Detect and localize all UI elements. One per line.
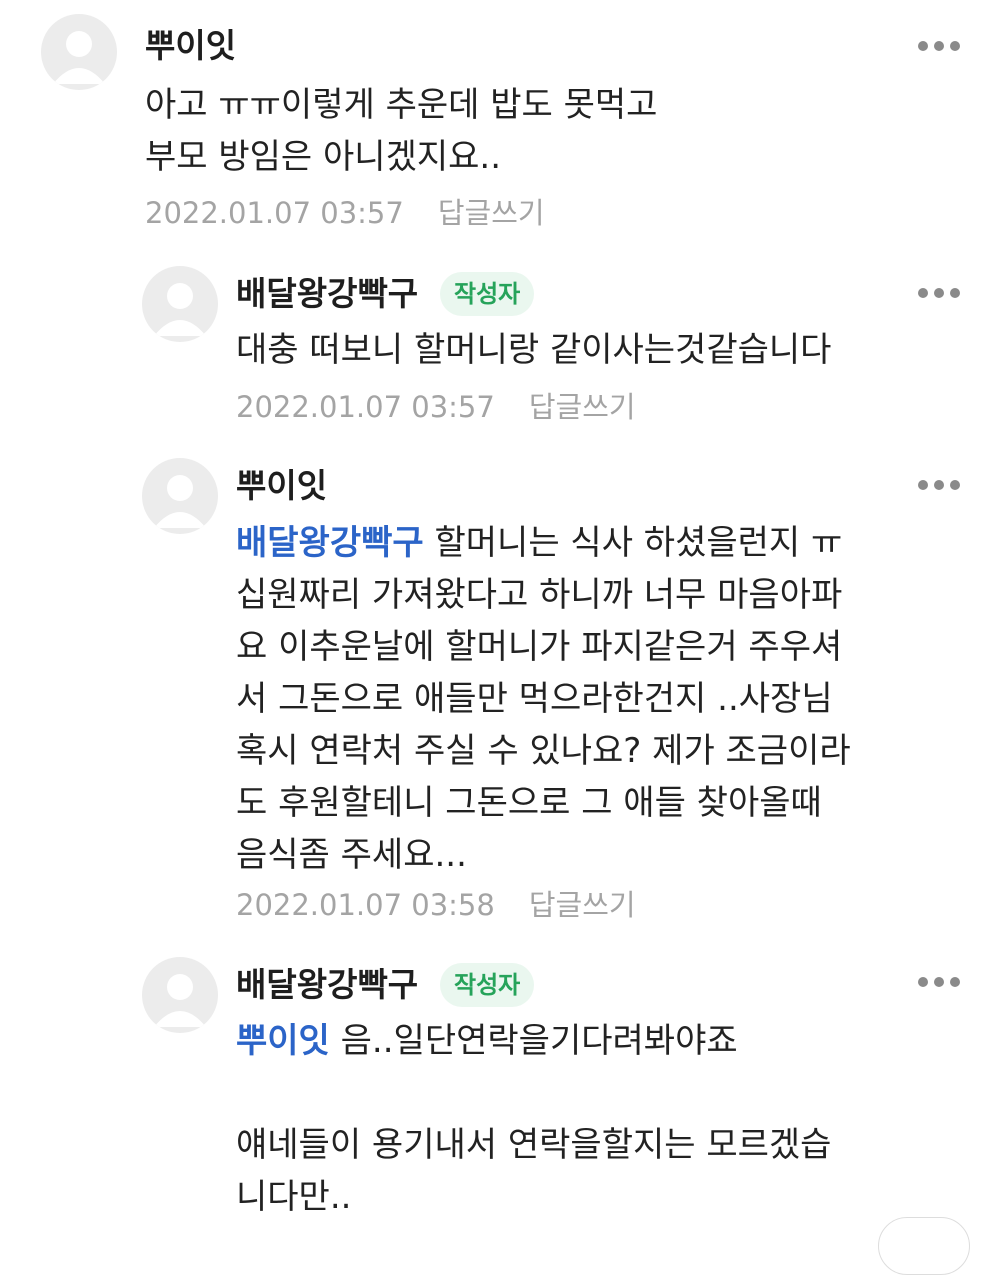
- more-options-icon[interactable]: [918, 40, 960, 52]
- avatar[interactable]: [142, 458, 218, 534]
- avatar[interactable]: [142, 266, 218, 342]
- comment-text: 아고 ㅠㅠ이렇게 추운데 밥도 못먹고 부모 방임은 아니겠지요..: [145, 85, 658, 177]
- mention-link[interactable]: 뿌이잇: [236, 1021, 330, 1061]
- user-silhouette-icon: [53, 31, 105, 84]
- more-options-icon[interactable]: [918, 976, 960, 988]
- comment-1: 뿌이잇 아고 ㅠㅠ이렇게 추운데 밥도 못먹고 부모 방임은 아니겠지요.. 2…: [0, 0, 1000, 250]
- reply-button[interactable]: 답글쓰기: [529, 888, 636, 922]
- comment-author[interactable]: 뿌이잇: [145, 26, 236, 66]
- comment-4: 배달왕강빡구 작성자 뿌이잇 음..일단연락을기다려봐야죠 얘네들이 용기내서 …: [0, 945, 1000, 1275]
- avatar[interactable]: [41, 14, 117, 90]
- author-badge: 작성자: [440, 963, 535, 1007]
- comment-body: 할머니는 식사 하셨을런지 ㅠ 십원짜리 가져왔다고 하니까 너무 마음아파 요…: [236, 523, 851, 875]
- user-silhouette-icon: [154, 974, 206, 1027]
- author-badge: 작성자: [440, 272, 535, 316]
- comment-meta: 2022.01.07 03:57 답글쓰기: [145, 195, 545, 231]
- comment-meta: 2022.01.07 03:58 답글쓰기: [236, 887, 636, 923]
- comment-date: 2022.01.07 03:58: [236, 888, 495, 922]
- comment-text: 배달왕강빡구 할머니는 식사 하셨을런지 ㅠ 십원짜리 가져왔다고 하니까 너무…: [236, 517, 966, 881]
- more-options-icon[interactable]: [918, 287, 960, 299]
- floating-button-edge[interactable]: [878, 1217, 970, 1275]
- more-options-icon[interactable]: [918, 479, 960, 491]
- comment-date: 2022.01.07 03:57: [236, 390, 495, 424]
- avatar[interactable]: [142, 957, 218, 1033]
- mention-link[interactable]: 배달왕강빡구: [236, 523, 424, 563]
- comment-3: 뿌이잇 배달왕강빡구 할머니는 식사 하셨을런지 ㅠ 십원짜리 가져왔다고 하니…: [0, 445, 1000, 945]
- comment-text: 대충 떠보니 할머니랑 같이사는것같습니다: [236, 330, 832, 370]
- comment-author[interactable]: 뿌이잇: [236, 466, 327, 506]
- comment-date: 2022.01.07 03:57: [145, 196, 404, 230]
- comment-author[interactable]: 배달왕강빡구: [236, 965, 418, 1005]
- reply-button[interactable]: 답글쓰기: [438, 196, 545, 230]
- user-silhouette-icon: [154, 283, 206, 336]
- comment-2: 배달왕강빡구 작성자 대충 떠보니 할머니랑 같이사는것같습니다 2022.01…: [0, 250, 1000, 445]
- comment-text: 뿌이잇 음..일단연락을기다려봐야죠 얘네들이 용기내서 연락을할지는 모르겠습…: [236, 1015, 966, 1223]
- user-silhouette-icon: [154, 475, 206, 528]
- comment-author[interactable]: 배달왕강빡구: [236, 274, 418, 314]
- reply-button[interactable]: 답글쓰기: [529, 390, 636, 424]
- comment-meta: 2022.01.07 03:57 답글쓰기: [236, 389, 636, 425]
